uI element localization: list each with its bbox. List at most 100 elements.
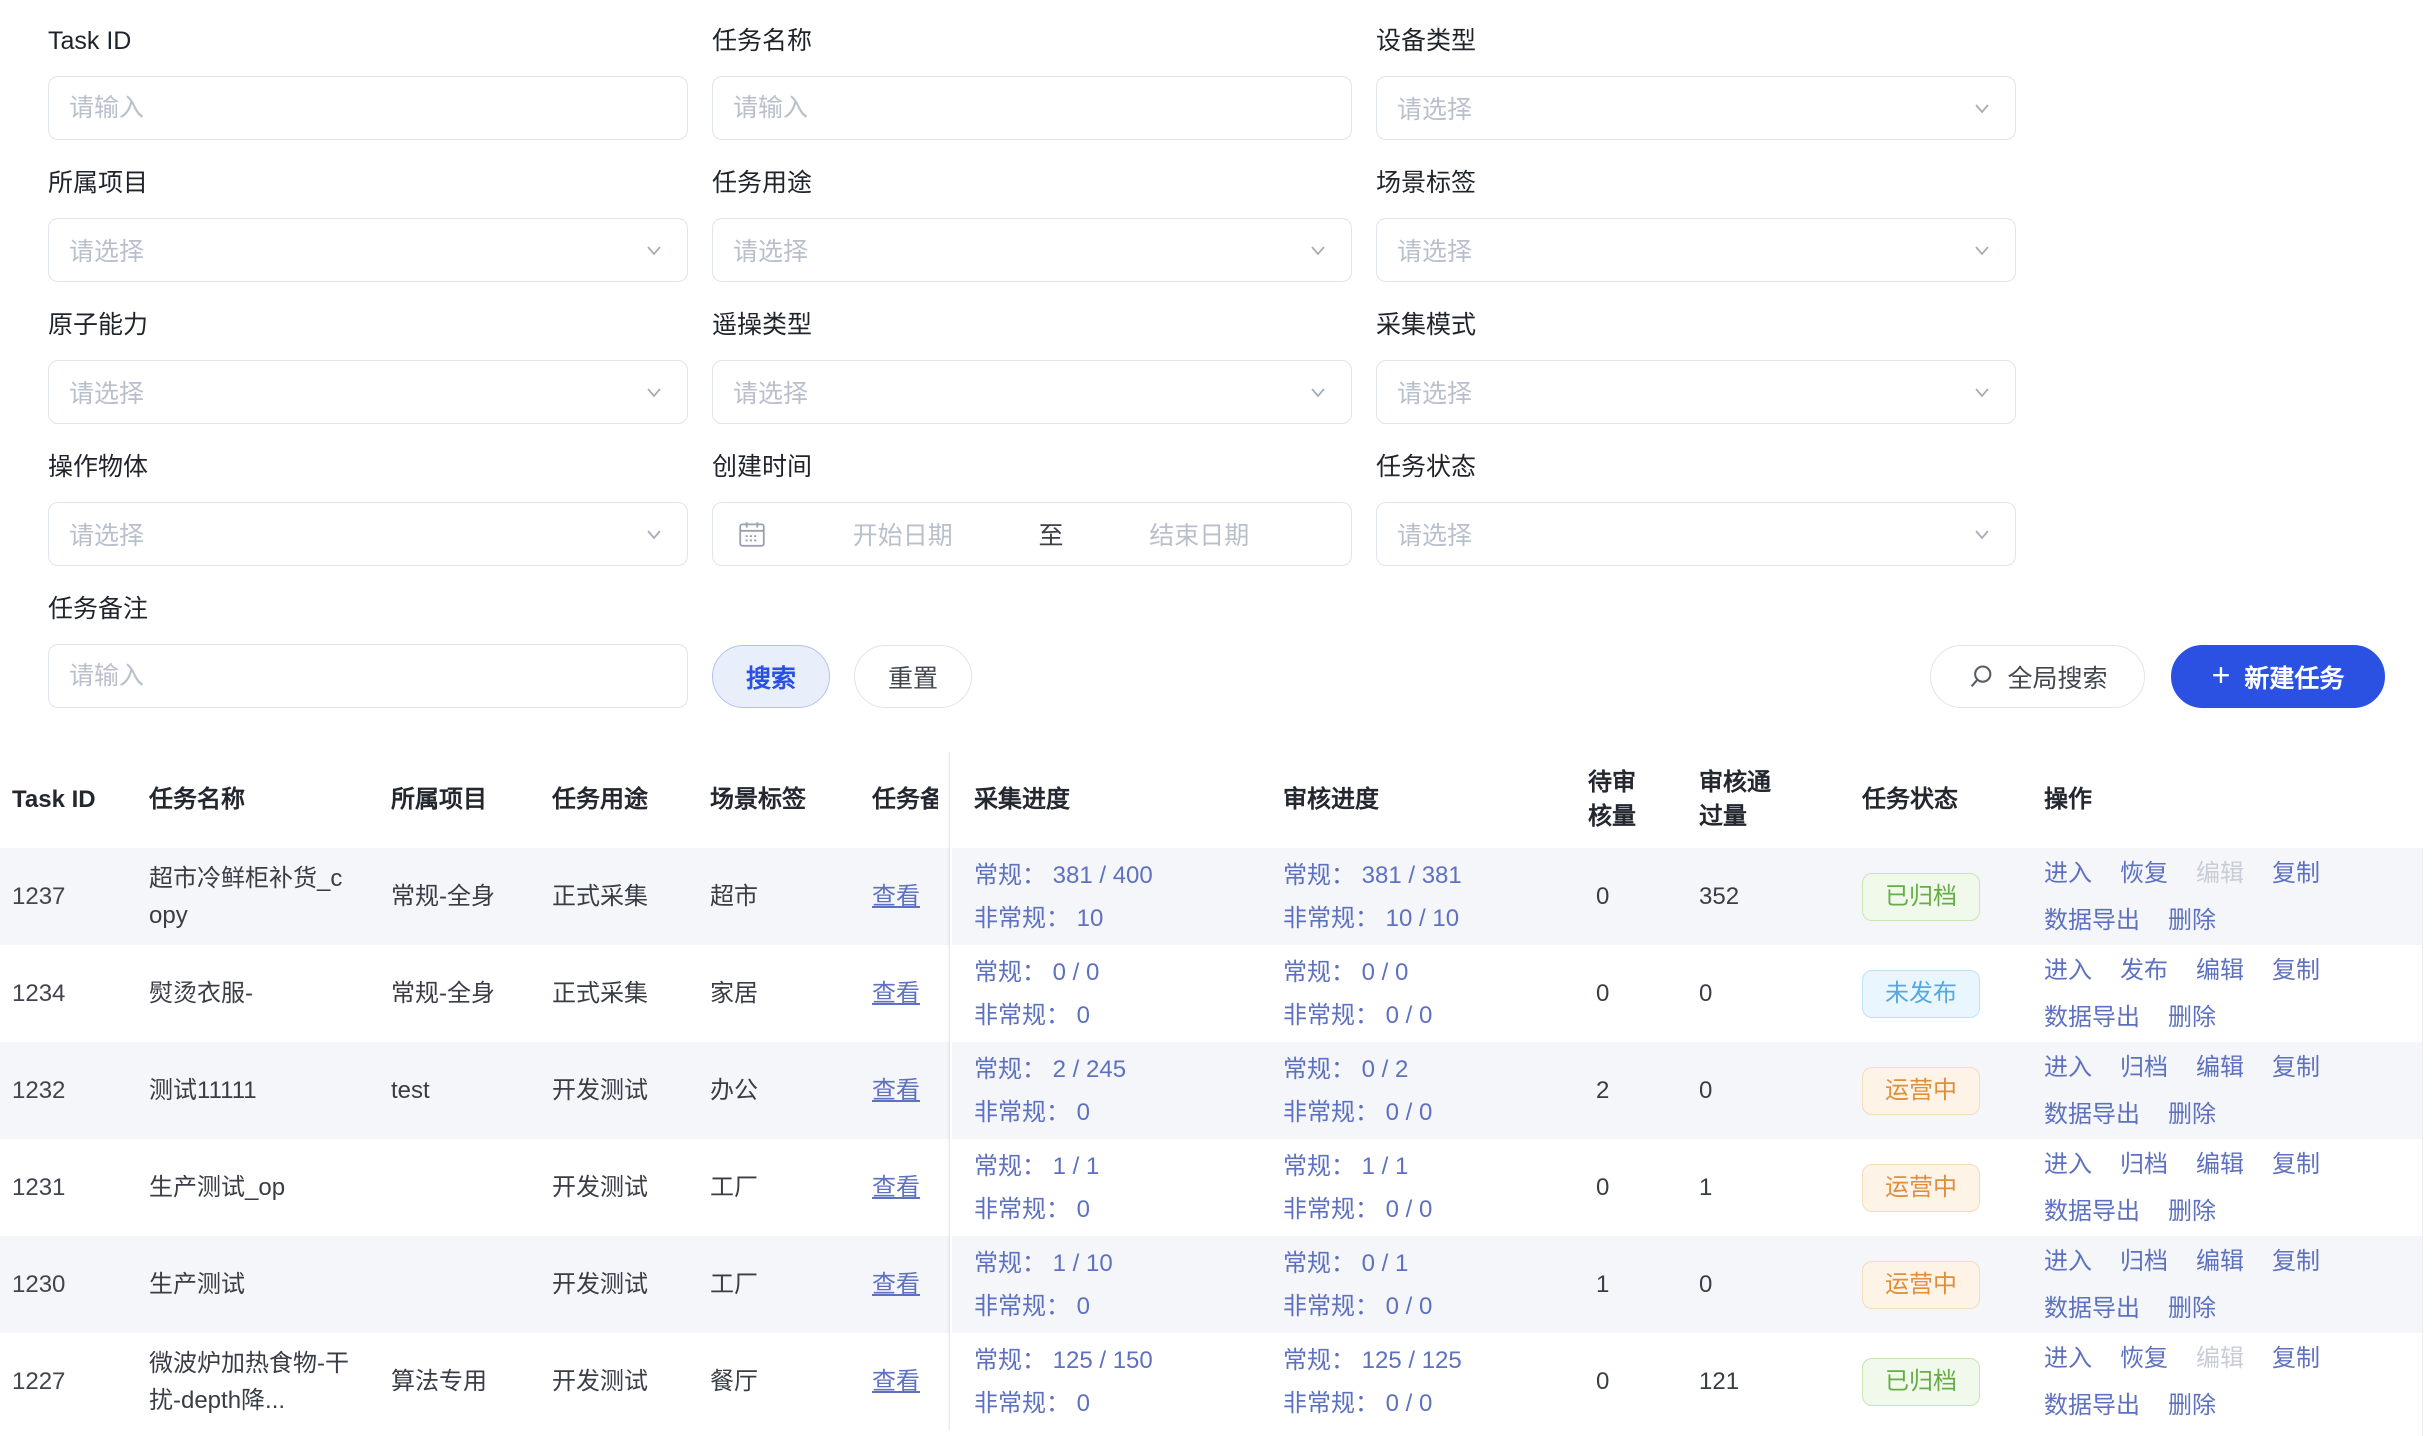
task-id-text-input[interactable] bbox=[69, 94, 667, 123]
search-button[interactable]: 搜索 bbox=[712, 645, 830, 708]
action-edit[interactable]: 编辑 bbox=[2196, 1049, 2244, 1086]
cell-actions: 进入恢复编辑复制数据导出删除 bbox=[2032, 1333, 2384, 1430]
status-badge: 运营中 bbox=[1862, 1164, 1980, 1212]
start-date-input[interactable]: 开始日期 bbox=[775, 516, 1031, 552]
cell-task-name: 生产测试_op bbox=[137, 1139, 379, 1236]
project-select[interactable]: 请选择 bbox=[48, 218, 688, 282]
action-enter[interactable]: 进入 bbox=[2044, 1243, 2092, 1280]
cell-review-progress: 常规： 0 / 1非常规： 0 / 0 bbox=[1271, 1236, 1576, 1333]
action-export[interactable]: 数据导出 bbox=[2044, 1290, 2140, 1327]
global-search-button[interactable]: 全局搜索 bbox=[1930, 645, 2145, 708]
chevron-down-icon bbox=[1969, 521, 1995, 547]
filter-field-task-status: 任务状态请选择 bbox=[1376, 454, 2016, 566]
action-copy[interactable]: 复制 bbox=[2272, 1146, 2320, 1183]
action-edit: 编辑 bbox=[2196, 855, 2244, 892]
remark-view-link[interactable]: 查看 bbox=[872, 1072, 920, 1109]
end-date-input[interactable]: 结束日期 bbox=[1072, 516, 1328, 552]
cell-project bbox=[379, 1236, 540, 1333]
cell-collect-progress: 常规： 381 / 400非常规： 10 bbox=[952, 848, 1271, 945]
remark-view-link[interactable]: 查看 bbox=[872, 1363, 920, 1400]
cell-project bbox=[379, 1139, 540, 1236]
cell-collect-progress: 常规： 125 / 150非常规： 0 bbox=[952, 1333, 1271, 1430]
action-export[interactable]: 数据导出 bbox=[2044, 1096, 2140, 1133]
cell-task-id: 1232 bbox=[0, 1042, 137, 1139]
filter-field-task-purpose: 任务用途请选择 bbox=[712, 170, 1352, 282]
filter-label-atomic-ability: 原子能力 bbox=[48, 312, 688, 338]
action-export[interactable]: 数据导出 bbox=[2044, 1387, 2140, 1424]
action-archive[interactable]: 归档 bbox=[2120, 1243, 2168, 1280]
filter-field-task-id: Task ID bbox=[48, 28, 688, 140]
action-copy[interactable]: 复制 bbox=[2272, 1243, 2320, 1280]
cell-remark: 查看 bbox=[860, 1333, 952, 1430]
action-edit[interactable]: 编辑 bbox=[2196, 1146, 2244, 1183]
action-delete[interactable]: 删除 bbox=[2168, 999, 2216, 1036]
action-delete[interactable]: 删除 bbox=[2168, 1193, 2216, 1230]
vertical-scrollbar[interactable] bbox=[2422, 848, 2432, 1436]
action-copy[interactable]: 复制 bbox=[2272, 1340, 2320, 1377]
action-enter[interactable]: 进入 bbox=[2044, 855, 2092, 892]
action-export[interactable]: 数据导出 bbox=[2044, 999, 2140, 1036]
chevron-down-icon bbox=[1969, 237, 1995, 263]
cell-purpose: 正式采集 bbox=[540, 945, 698, 1042]
action-export[interactable]: 数据导出 bbox=[2044, 902, 2140, 939]
remark-view-link[interactable]: 查看 bbox=[872, 1169, 920, 1206]
action-edit[interactable]: 编辑 bbox=[2196, 1243, 2244, 1280]
action-copy[interactable]: 复制 bbox=[2272, 855, 2320, 892]
cell-remark: 查看 bbox=[860, 1042, 952, 1139]
action-delete[interactable]: 删除 bbox=[2168, 1096, 2216, 1133]
action-archive[interactable]: 归档 bbox=[2120, 1049, 2168, 1086]
teleop-type-placeholder: 请选择 bbox=[733, 374, 1305, 410]
reset-button[interactable]: 重置 bbox=[854, 645, 972, 708]
column-header-11: 任务状态 bbox=[1850, 752, 2032, 848]
action-enter[interactable]: 进入 bbox=[2044, 1146, 2092, 1183]
chevron-down-icon bbox=[641, 237, 667, 263]
action-delete[interactable]: 删除 bbox=[2168, 1290, 2216, 1327]
cell-task-name: 测试11111 bbox=[137, 1042, 379, 1139]
operate-object-select[interactable]: 请选择 bbox=[48, 502, 688, 566]
action-delete[interactable]: 删除 bbox=[2168, 902, 2216, 939]
create-time-range-picker[interactable]: 开始日期至结束日期 bbox=[712, 502, 1352, 566]
task-remark-input[interactable] bbox=[48, 644, 688, 708]
task-remark-text-input[interactable] bbox=[69, 662, 667, 691]
action-restore[interactable]: 恢复 bbox=[2120, 855, 2168, 892]
progress-regular-line: 常规： 0 / 0 bbox=[1283, 954, 1408, 991]
action-copy[interactable]: 复制 bbox=[2272, 952, 2320, 989]
remark-view-link[interactable]: 查看 bbox=[872, 975, 920, 1012]
action-enter[interactable]: 进入 bbox=[2044, 1049, 2092, 1086]
task-id-input[interactable] bbox=[48, 76, 688, 140]
task-status-select[interactable]: 请选择 bbox=[1376, 502, 2016, 566]
action-enter[interactable]: 进入 bbox=[2044, 952, 2092, 989]
action-export[interactable]: 数据导出 bbox=[2044, 1193, 2140, 1230]
action-edit[interactable]: 编辑 bbox=[2196, 952, 2244, 989]
action-delete[interactable]: 删除 bbox=[2168, 1387, 2216, 1424]
action-archive[interactable]: 归档 bbox=[2120, 1146, 2168, 1183]
atomic-ability-select[interactable]: 请选择 bbox=[48, 360, 688, 424]
teleop-type-select[interactable]: 请选择 bbox=[712, 360, 1352, 424]
filter-field-collect-mode: 采集模式请选择 bbox=[1376, 312, 2016, 424]
cell-pending-count: 0 bbox=[1576, 848, 1687, 945]
task-name-text-input[interactable] bbox=[733, 94, 1331, 123]
task-management-page: Task ID任务名称设备类型请选择所属项目请选择任务用途请选择场景标签请选择原… bbox=[0, 0, 2432, 1436]
filter-field-scene-tag: 场景标签请选择 bbox=[1376, 170, 2016, 282]
action-restore[interactable]: 恢复 bbox=[2120, 1340, 2168, 1377]
cell-pending-count: 1 bbox=[1576, 1236, 1687, 1333]
create-task-button[interactable]: + 新建任务 bbox=[2171, 645, 2385, 708]
task-purpose-select[interactable]: 请选择 bbox=[712, 218, 1352, 282]
action-copy[interactable]: 复制 bbox=[2272, 1049, 2320, 1086]
filter-field-atomic-ability: 原子能力请选择 bbox=[48, 312, 688, 424]
cell-task-id: 1230 bbox=[0, 1236, 137, 1333]
action-enter[interactable]: 进入 bbox=[2044, 1340, 2092, 1377]
scene-tag-select[interactable]: 请选择 bbox=[1376, 218, 2016, 282]
device-type-select[interactable]: 请选择 bbox=[1376, 76, 2016, 140]
cell-purpose: 开发测试 bbox=[540, 1236, 698, 1333]
chevron-down-icon bbox=[641, 521, 667, 547]
action-publish[interactable]: 发布 bbox=[2120, 952, 2168, 989]
collect-mode-select[interactable]: 请选择 bbox=[1376, 360, 2016, 424]
status-badge: 未发布 bbox=[1862, 970, 1980, 1018]
remark-view-link[interactable]: 查看 bbox=[872, 1266, 920, 1303]
task-name-input[interactable] bbox=[712, 76, 1352, 140]
cell-remark: 查看 bbox=[860, 945, 952, 1042]
remark-view-link[interactable]: 查看 bbox=[872, 878, 920, 915]
column-header-1: Task ID bbox=[0, 752, 137, 848]
filter-label-task-status: 任务状态 bbox=[1376, 454, 2016, 480]
